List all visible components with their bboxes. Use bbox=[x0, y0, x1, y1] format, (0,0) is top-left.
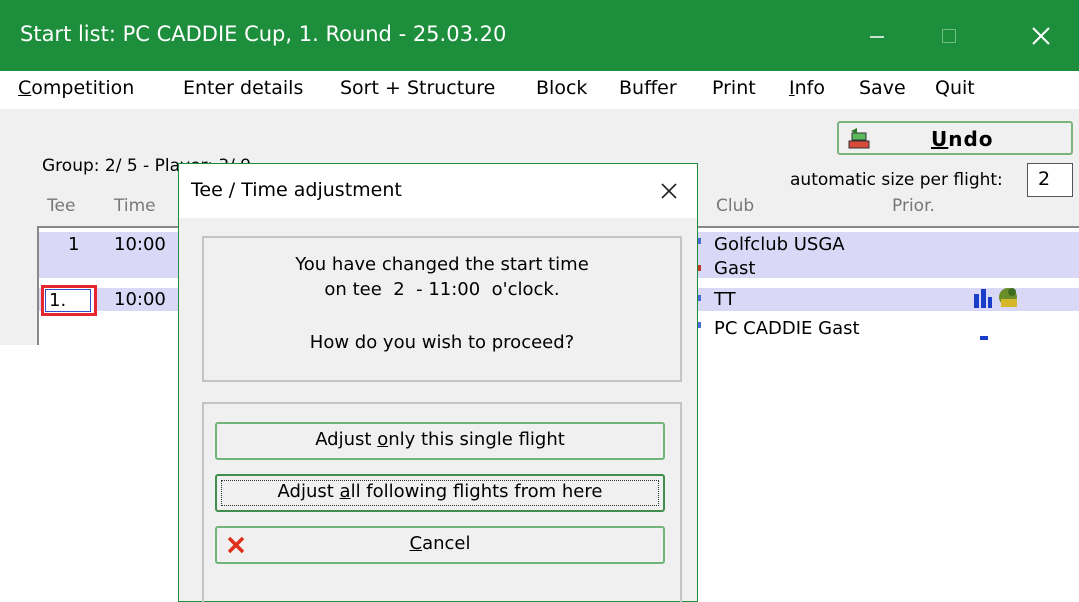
row-2-club: Gast bbox=[714, 258, 756, 279]
row-1-time: 10:00 bbox=[114, 234, 166, 255]
column-header-prior[interactable]: Prior. bbox=[892, 196, 935, 216]
minimize-icon bbox=[870, 35, 884, 38]
undo-button[interactable]: Undo bbox=[837, 121, 1073, 155]
row-3-club: TT bbox=[714, 289, 736, 310]
menu-save[interactable]: Save bbox=[859, 77, 906, 99]
row-3-time: 10:00 bbox=[114, 289, 166, 310]
menu-buffer[interactable]: Buffer bbox=[619, 77, 677, 99]
maximize-icon bbox=[942, 28, 956, 43]
message-line-2: on tee 2 - 11:00 o'clock. bbox=[324, 279, 560, 300]
maximize-button[interactable] bbox=[920, 0, 978, 71]
focus-ring bbox=[221, 480, 659, 506]
column-header-time[interactable]: Time bbox=[114, 196, 156, 216]
menu-bar: Competition Enter details Sort + Structu… bbox=[0, 71, 1079, 109]
stats-icon bbox=[974, 289, 992, 308]
window-titlebar: Start list: PC CADDIE Cup, 1. Round - 25… bbox=[0, 0, 1079, 71]
menu-quit[interactable]: Quit bbox=[935, 77, 975, 99]
row-1-tee: 1 bbox=[68, 234, 80, 255]
column-header-club[interactable]: Club bbox=[716, 196, 754, 216]
menu-sort-structure[interactable]: Sort + Structure bbox=[340, 77, 495, 99]
close-icon bbox=[661, 183, 677, 199]
close-button[interactable] bbox=[1012, 0, 1070, 71]
window-title: Start list: PC CADDIE Cup, 1. Round - 25… bbox=[20, 22, 507, 46]
menu-info[interactable]: Info bbox=[789, 77, 825, 99]
cancel-button[interactable]: Cancel bbox=[215, 526, 665, 564]
stats-icon-partial bbox=[980, 336, 988, 340]
dialog-message-box: You have changed the start time on tee 2… bbox=[202, 236, 682, 382]
close-icon bbox=[1032, 26, 1050, 45]
golf-bag-icon bbox=[999, 288, 1017, 307]
menu-print[interactable]: Print bbox=[712, 77, 756, 99]
auto-size-label: automatic size per flight: bbox=[790, 170, 1003, 190]
cancel-x-icon bbox=[227, 536, 245, 554]
dialog-titlebar: Tee / Time adjustment bbox=[179, 164, 697, 218]
tee-input-highlight[interactable]: 1. bbox=[41, 285, 97, 316]
menu-competition[interactable]: Competition bbox=[18, 77, 134, 99]
adjust-single-flight-button[interactable]: Adjust only this single flight bbox=[215, 422, 665, 460]
message-line-1: You have changed the start time bbox=[295, 254, 589, 275]
dialog-close-button[interactable] bbox=[649, 174, 689, 208]
menu-enter-details[interactable]: Enter details bbox=[183, 77, 303, 99]
menu-block[interactable]: Block bbox=[536, 77, 587, 99]
auto-size-input[interactable]: 2 bbox=[1027, 163, 1073, 197]
priority-icons bbox=[974, 288, 1017, 308]
dialog-title: Tee / Time adjustment bbox=[191, 179, 402, 201]
undo-label: Undo bbox=[931, 127, 994, 151]
undo-icon bbox=[848, 128, 870, 149]
row-1-club: Golfclub USGA bbox=[714, 234, 845, 255]
tee-time-dialog: Tee / Time adjustment You have changed t… bbox=[178, 163, 698, 602]
row-4-club: PC CADDIE Gast bbox=[714, 318, 860, 339]
adjust-following-flights-button[interactable]: Adjust all following flights from here bbox=[215, 474, 665, 512]
column-header-tee[interactable]: Tee bbox=[47, 196, 75, 216]
tee-input[interactable]: 1. bbox=[45, 289, 91, 312]
message-line-3: How do you wish to proceed? bbox=[309, 332, 575, 353]
minimize-button[interactable] bbox=[848, 0, 906, 71]
